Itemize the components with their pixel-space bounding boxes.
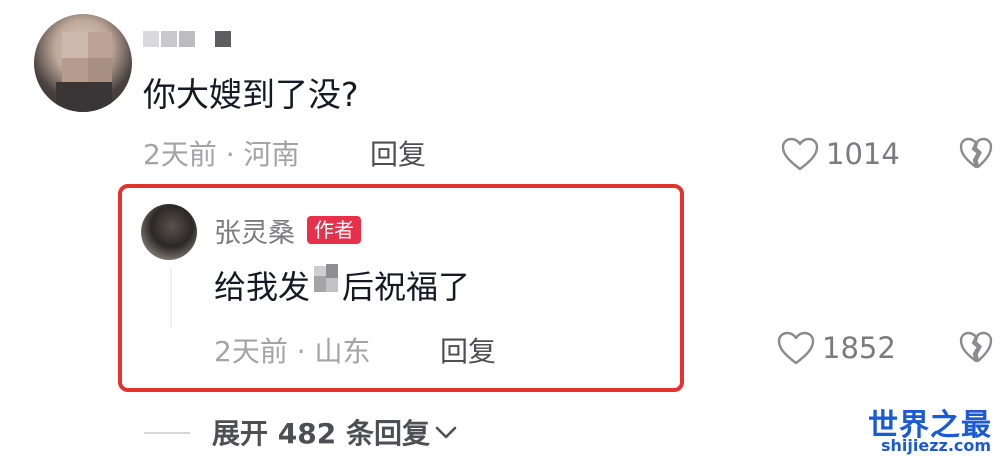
commenter-name-mosaic[interactable]	[143, 28, 231, 50]
reply-button[interactable]: 回复	[370, 133, 426, 173]
thread-line	[170, 268, 172, 328]
like-button[interactable]: 1014	[780, 134, 900, 174]
reply-text: 给我发 后祝福了	[214, 262, 470, 308]
dislike-button[interactable]	[958, 330, 994, 368]
like-count: 1014	[826, 137, 900, 171]
author-badge: 作者	[307, 216, 361, 244]
like-button[interactable]: 1852	[776, 328, 896, 368]
reply-text-end: 后祝福了	[342, 268, 471, 306]
broken-heart-icon	[959, 137, 993, 169]
chevron-down-icon	[435, 426, 457, 439]
reply-author-row: 张灵桑 作者	[214, 211, 361, 250]
heart-icon	[777, 331, 815, 365]
comment-text: 你大嫂到了没?	[143, 75, 359, 114]
reply-button[interactable]: 回复	[440, 330, 496, 370]
author-avatar[interactable]	[141, 204, 197, 260]
reply-author-name[interactable]: 张灵桑	[214, 211, 295, 250]
heart-icon	[781, 137, 819, 171]
broken-heart-icon	[959, 331, 993, 363]
dislike-button[interactable]	[958, 136, 994, 174]
watermark-url: shijiezz.com	[881, 436, 992, 455]
mosaic-censor	[310, 262, 342, 296]
like-count: 1852	[822, 331, 896, 365]
expand-replies-button[interactable]: 展开 482 条回复	[212, 412, 458, 452]
reply-meta: 2天前 · 山东	[214, 335, 371, 368]
reply-text-start: 给我发	[214, 268, 311, 306]
comment-meta: 2天前 · 河南	[143, 138, 300, 171]
commenter-avatar-blurred[interactable]	[34, 14, 132, 112]
expand-replies-label: 展开 482 条回复	[212, 417, 430, 450]
expand-divider	[144, 432, 190, 434]
